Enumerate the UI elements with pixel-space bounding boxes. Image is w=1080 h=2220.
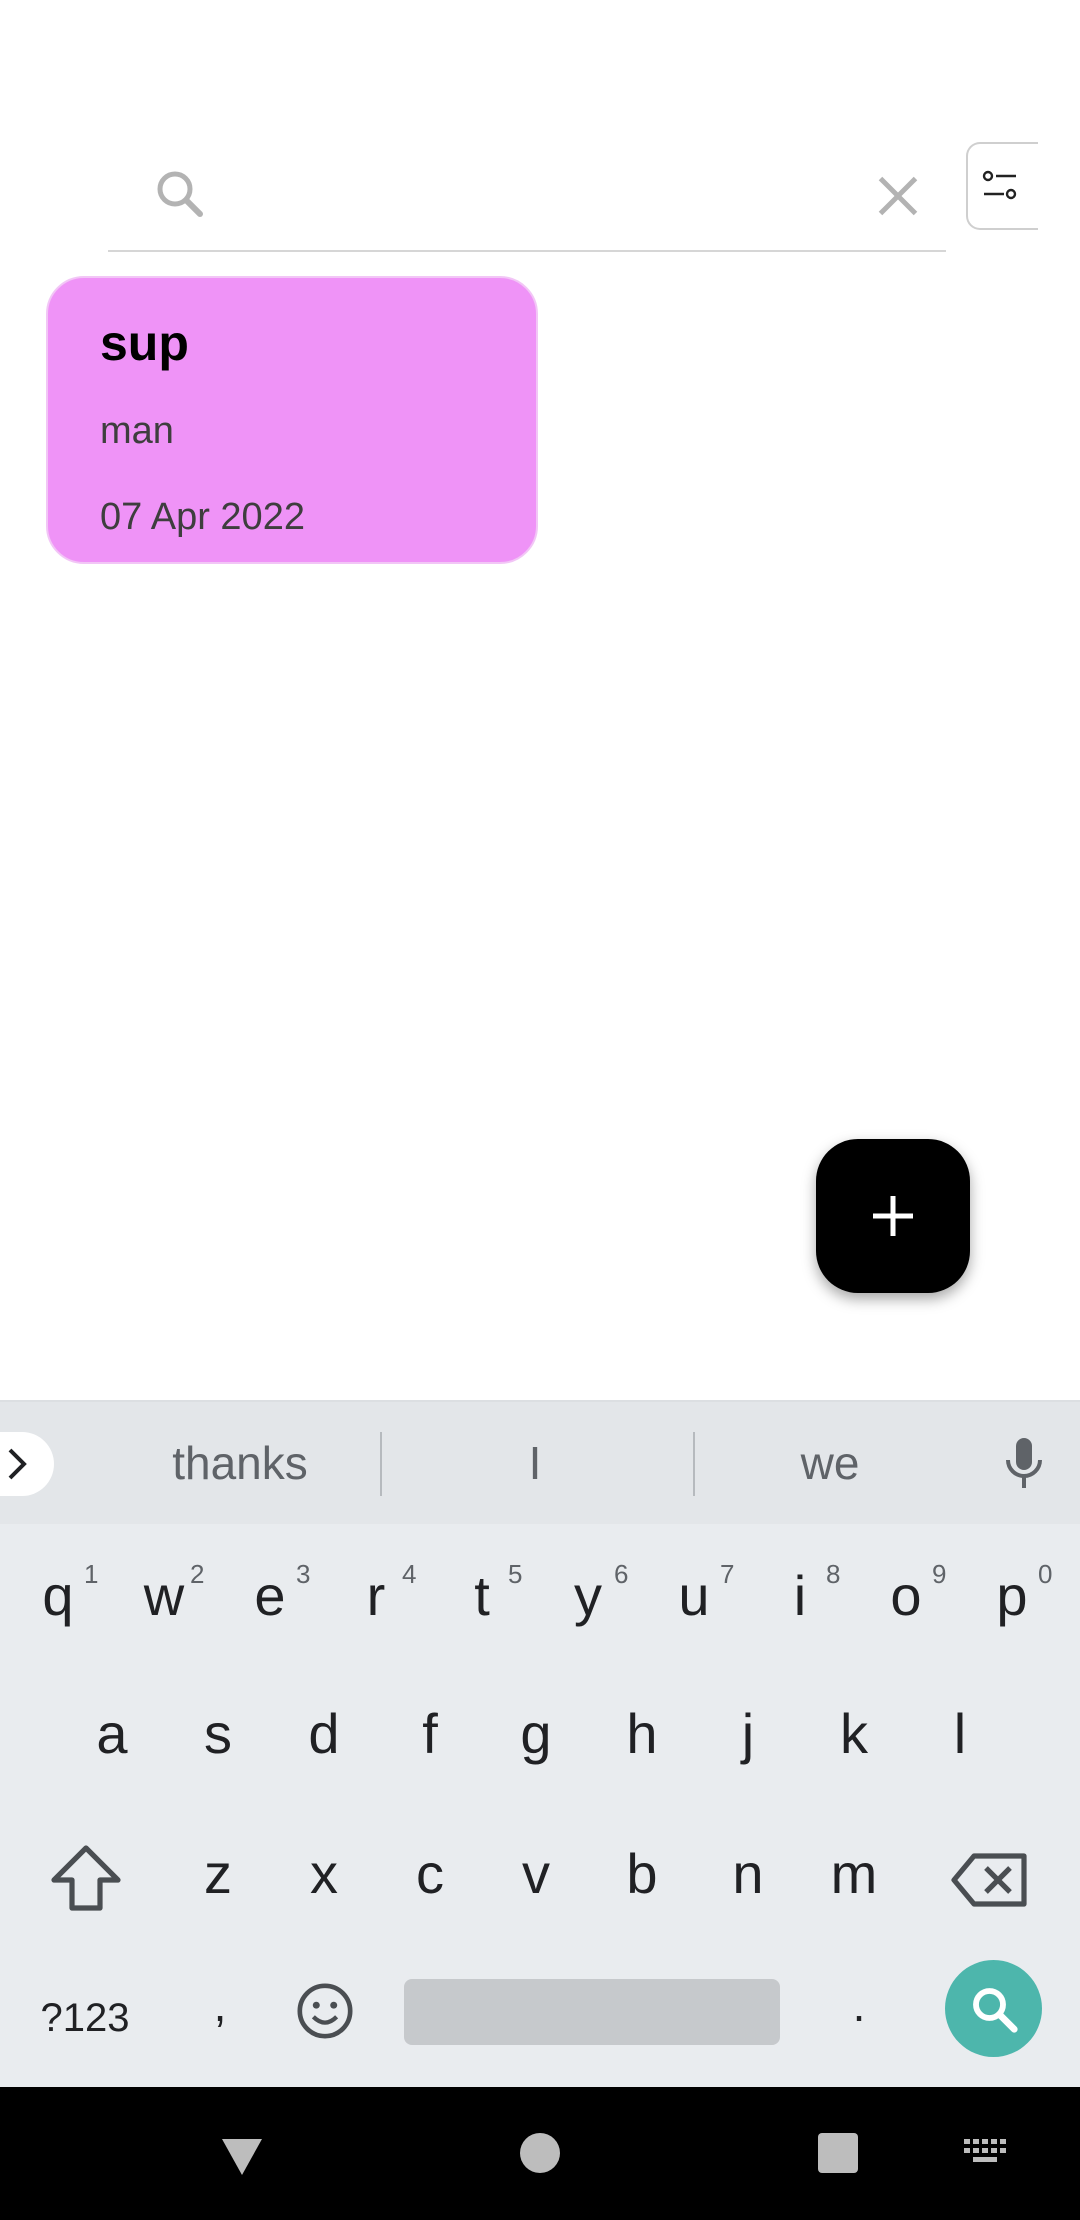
key-b[interactable]: b [592, 1814, 692, 1934]
key-q[interactable]: q1 [8, 1536, 108, 1656]
key-a[interactable]: a [62, 1674, 162, 1794]
key-o[interactable]: o9 [856, 1536, 956, 1656]
add-note-button[interactable] [816, 1139, 970, 1293]
recents-icon[interactable] [818, 2133, 858, 2173]
backspace-icon[interactable] [950, 1850, 1030, 1910]
note-card[interactable]: sup man 07 Apr 2022 [46, 276, 538, 564]
plus-icon [873, 1196, 913, 1236]
comma-key[interactable]: , [200, 1978, 240, 2058]
suggestion-2[interactable]: I [500, 1436, 570, 1490]
key-y[interactable]: y6 [538, 1536, 638, 1656]
suggestion-divider [693, 1432, 695, 1496]
filter-button[interactable] [966, 142, 1038, 230]
key-x[interactable]: x [274, 1814, 374, 1934]
note-title: sup [100, 315, 189, 371]
keyboard-switch-icon[interactable] [964, 2139, 1008, 2167]
search-bar [108, 140, 946, 252]
space-key[interactable] [404, 1979, 780, 2045]
suggestion-3[interactable]: we [770, 1436, 890, 1490]
key-j[interactable]: j [698, 1674, 798, 1794]
search-icon [973, 1988, 1018, 2033]
key-n[interactable]: n [698, 1814, 798, 1934]
key-f[interactable]: f [380, 1674, 480, 1794]
key-k[interactable]: k [804, 1674, 904, 1794]
key-h[interactable]: h [592, 1674, 692, 1794]
key-z[interactable]: z [168, 1814, 268, 1934]
close-icon[interactable] [868, 166, 928, 226]
sliders-icon [982, 170, 1017, 200]
suggestion-strip: thanks I we [0, 1402, 1080, 1524]
search-icon [157, 171, 203, 217]
suggestion-divider [380, 1432, 382, 1496]
key-p[interactable]: p0 [962, 1536, 1062, 1656]
emoji-icon[interactable] [294, 1980, 356, 2042]
home-icon[interactable] [520, 2133, 560, 2173]
key-d[interactable]: d [274, 1674, 374, 1794]
chevron-right-icon [8, 1448, 27, 1480]
key-t[interactable]: t5 [432, 1536, 532, 1656]
key-s[interactable]: s [168, 1674, 268, 1794]
key-c[interactable]: c [380, 1814, 480, 1934]
symbols-key[interactable]: ?123 [20, 1988, 150, 2048]
suggestion-1[interactable]: thanks [140, 1436, 340, 1490]
search-action-button[interactable] [945, 1960, 1042, 2057]
shift-icon[interactable] [46, 1840, 126, 1920]
key-i[interactable]: i8 [750, 1536, 850, 1656]
system-nav-bar [0, 2087, 1080, 2220]
key-w[interactable]: w2 [114, 1536, 214, 1656]
key-u[interactable]: u7 [644, 1536, 744, 1656]
soft-keyboard: thanks I we q1 w2 e3 r4 t5 y6 u7 i8 o9 p… [0, 1400, 1080, 2087]
note-date: 07 Apr 2022 [100, 496, 305, 538]
key-v[interactable]: v [486, 1814, 586, 1934]
expand-toolbar-button[interactable] [0, 1432, 54, 1496]
key-e[interactable]: e3 [220, 1536, 320, 1656]
key-r[interactable]: r4 [326, 1536, 426, 1656]
period-key[interactable]: . [844, 1978, 874, 2058]
back-icon[interactable] [218, 2135, 266, 2179]
key-l[interactable]: l [910, 1674, 1010, 1794]
key-g[interactable]: g [486, 1674, 586, 1794]
key-m[interactable]: m [804, 1814, 904, 1934]
note-body: man [100, 410, 174, 452]
search-input[interactable] [238, 160, 798, 230]
microphone-icon[interactable] [1000, 1434, 1048, 1494]
